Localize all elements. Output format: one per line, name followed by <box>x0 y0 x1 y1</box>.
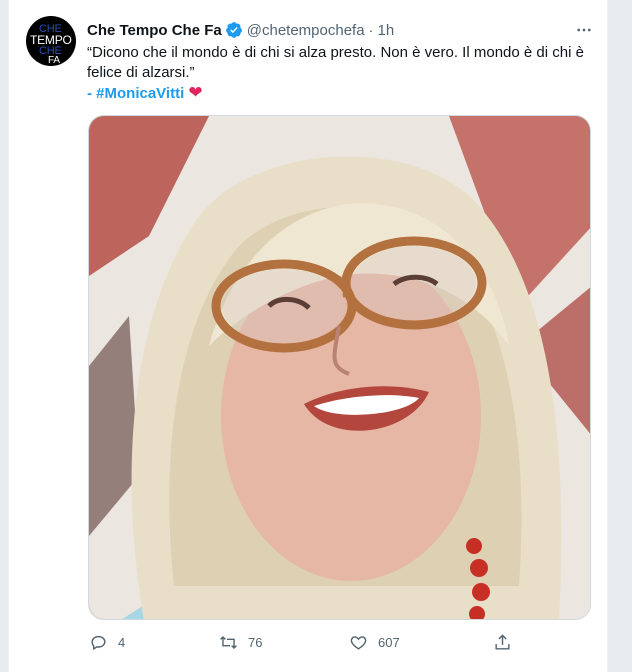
tweet-photo[interactable] <box>88 115 591 620</box>
more-options-icon[interactable] <box>573 19 595 41</box>
avatar-text-line: FA <box>48 55 60 66</box>
display-name[interactable]: Che Tempo Che Fa <box>87 22 222 39</box>
like-icon <box>350 635 367 650</box>
like-count: 607 <box>378 634 400 650</box>
retweet-count: 76 <box>248 634 263 650</box>
portrait-illustration <box>89 116 590 619</box>
share-button[interactable] <box>493 630 522 654</box>
retweet-icon <box>220 635 237 649</box>
tweet-card[interactable]: CHE TEMPO CHE FA Che Tempo Che Fa @chete… <box>8 0 608 672</box>
hashtag-link[interactable]: #MonicaVitti <box>96 85 184 102</box>
timestamp[interactable]: 1h <box>378 22 395 39</box>
tweet-header: Che Tempo Che Fa @chetempochefa · 1h <box>87 19 595 41</box>
share-icon <box>495 633 510 650</box>
avatar[interactable]: CHE TEMPO CHE FA <box>26 16 76 66</box>
separator-dot: · <box>368 21 374 39</box>
like-button[interactable]: 607 <box>349 630 400 654</box>
retweet-button[interactable]: 76 <box>219 630 262 654</box>
tweet-tag-line: - #MonicaVitti ❤ <box>87 83 593 104</box>
reply-icon <box>91 635 106 650</box>
dash: - <box>87 85 97 102</box>
action-bar: 4 76 607 <box>87 630 527 654</box>
red-heart-emoji: ❤ <box>188 83 203 102</box>
tweet-quote: “Dicono che il mondo è di chi si alza pr… <box>87 44 584 81</box>
handle[interactable]: @chetempochefa <box>247 22 365 39</box>
tweet-text: “Dicono che il mondo è di chi si alza pr… <box>87 43 593 104</box>
reply-count: 4 <box>118 634 126 650</box>
verified-badge-icon <box>225 22 242 38</box>
reply-button[interactable]: 4 <box>89 630 125 654</box>
